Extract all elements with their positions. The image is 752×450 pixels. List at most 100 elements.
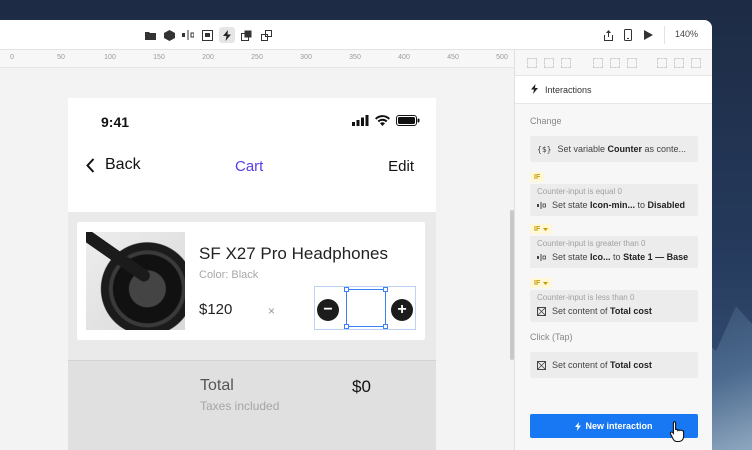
taxes-note: Taxes included — [200, 399, 280, 413]
ruler-tick: 50 — [57, 54, 65, 61]
frame-icon[interactable] — [199, 27, 215, 43]
cart-list: SF X27 Pro Headphones Color: Black $120 … — [68, 212, 436, 360]
resize-handle[interactable] — [344, 324, 349, 329]
resize-handle[interactable] — [383, 324, 388, 329]
interactions-panel: Interactions Change {$} Set variable Cou… — [514, 50, 712, 450]
nav-title: Cart — [235, 158, 264, 175]
lightning-icon — [575, 421, 582, 431]
condition-text: Counter-input is equal 0 — [537, 187, 622, 196]
if-tag[interactable]: IF — [530, 278, 553, 288]
chevron-left-icon — [86, 157, 95, 173]
app-window: 140% 0 50 100 150 200 250 300 350 400 45… — [0, 20, 712, 450]
horizontal-ruler: 0 50 100 150 200 250 300 350 400 450 500 — [0, 50, 514, 68]
state-icon — [537, 201, 546, 209]
ruler-tick: 200 — [202, 54, 214, 61]
condition-text: Counter-input is less than 0 — [537, 293, 635, 302]
signal-icon — [352, 115, 369, 126]
interaction-text: Set content of Total cost — [552, 360, 652, 370]
hand-cursor-icon — [669, 420, 685, 442]
content-icon — [537, 360, 546, 370]
product-name: SF X27 Pro Headphones — [199, 244, 389, 263]
variable-icon: {$} — [537, 144, 552, 154]
resize-handle[interactable] — [383, 287, 388, 292]
align-left-icon[interactable] — [527, 58, 537, 68]
interaction-icon[interactable] — [219, 27, 235, 43]
lightning-icon — [531, 84, 538, 94]
play-icon[interactable] — [640, 27, 656, 43]
ruler-tick: 500 — [496, 54, 508, 61]
distribute-v-icon[interactable] — [674, 58, 684, 68]
ruler-tick: 250 — [251, 54, 263, 61]
phone-artboard[interactable]: 9:41 Back Cart Edit SF X27 Pro Headphone… — [68, 98, 436, 450]
if-tag[interactable]: IF — [530, 172, 545, 182]
layers-icon[interactable] — [238, 27, 254, 43]
toolbar-divider — [664, 26, 665, 44]
interaction-item[interactable]: Counter-input is equal 0 Set state Icon-… — [530, 184, 698, 216]
phone-header: 9:41 Back Cart Edit — [68, 98, 436, 212]
ruler-tick: 0 — [10, 54, 14, 61]
ruler-tick: 350 — [349, 54, 361, 61]
cart-item-card[interactable]: SF X27 Pro Headphones Color: Black $120 … — [77, 222, 425, 340]
section-change: Change — [530, 116, 562, 126]
multiply-sign: × — [268, 304, 276, 318]
interaction-item[interactable]: Counter-input is greater than 0 Set stat… — [530, 236, 698, 268]
edit-button[interactable]: Edit — [388, 158, 414, 175]
interaction-item[interactable]: Set content of Total cost — [530, 352, 698, 378]
ruler-tick: 300 — [300, 54, 312, 61]
condition-text: Counter-input is greater than 0 — [537, 239, 646, 248]
ruler-tick: 400 — [398, 54, 410, 61]
share-icon[interactable] — [600, 27, 616, 43]
split-icon[interactable] — [180, 27, 196, 43]
distribute-icon[interactable] — [691, 58, 701, 68]
copy-icon[interactable] — [258, 27, 274, 43]
interaction-text: Set variable Counter as conte... — [557, 144, 687, 154]
ruler-tick: 150 — [153, 54, 165, 61]
chevron-down-icon — [543, 281, 549, 285]
back-button[interactable]: Back — [86, 156, 141, 174]
product-image — [86, 232, 185, 330]
align-top-icon[interactable] — [593, 58, 603, 68]
component-icon[interactable] — [161, 27, 177, 43]
interaction-text: Set state Icon-min... to Disabled — [552, 200, 686, 210]
total-cost: $0 — [352, 377, 371, 396]
distribute-h-icon[interactable] — [657, 58, 667, 68]
product-color: Color: Black — [199, 269, 259, 281]
align-middle-icon[interactable] — [610, 58, 620, 68]
if-tag[interactable]: IF — [530, 224, 553, 234]
content-icon — [537, 306, 546, 316]
new-interaction-label: New interaction — [585, 421, 653, 431]
status-icons — [352, 115, 420, 126]
ruler-tick: 100 — [104, 54, 116, 61]
section-click: Click (Tap) — [530, 332, 573, 342]
interaction-item[interactable]: Counter-input is less than 0 Set content… — [530, 290, 698, 322]
tab-interactions[interactable]: Interactions — [515, 76, 712, 104]
folder-icon[interactable] — [142, 27, 158, 43]
back-label: Back — [105, 156, 141, 173]
interaction-text: Set content of Total cost — [552, 306, 652, 316]
chevron-down-icon — [543, 227, 549, 231]
status-time: 9:41 — [101, 114, 130, 130]
headphone-band-shape — [86, 232, 153, 284]
battery-icon — [396, 115, 420, 126]
total-label: Total — [200, 377, 234, 394]
quantity-stepper[interactable]: − + — [314, 286, 416, 330]
align-bottom-icon[interactable] — [627, 58, 637, 68]
state-icon — [537, 253, 546, 261]
counter-input[interactable] — [344, 287, 388, 329]
resize-handle[interactable] — [344, 287, 349, 292]
align-right-icon[interactable] — [561, 58, 571, 68]
tab-label: Interactions — [545, 85, 592, 95]
wifi-icon — [375, 115, 390, 126]
align-center-icon[interactable] — [544, 58, 554, 68]
alignment-toolbar — [515, 50, 712, 76]
zoom-level[interactable]: 140% — [675, 29, 698, 39]
interaction-item[interactable]: {$} Set variable Counter as conte... — [530, 136, 698, 162]
plus-button[interactable]: + — [391, 299, 413, 321]
toolbar: 140% — [0, 20, 712, 50]
ruler-tick: 450 — [447, 54, 459, 61]
minus-button[interactable]: − — [317, 299, 339, 321]
interaction-text: Set state Ico... to State 1 — Base — [552, 252, 689, 262]
phone-icon[interactable] — [620, 27, 636, 43]
total-section: Total Taxes included $0 — [68, 360, 436, 450]
product-price: $120 — [199, 301, 233, 318]
